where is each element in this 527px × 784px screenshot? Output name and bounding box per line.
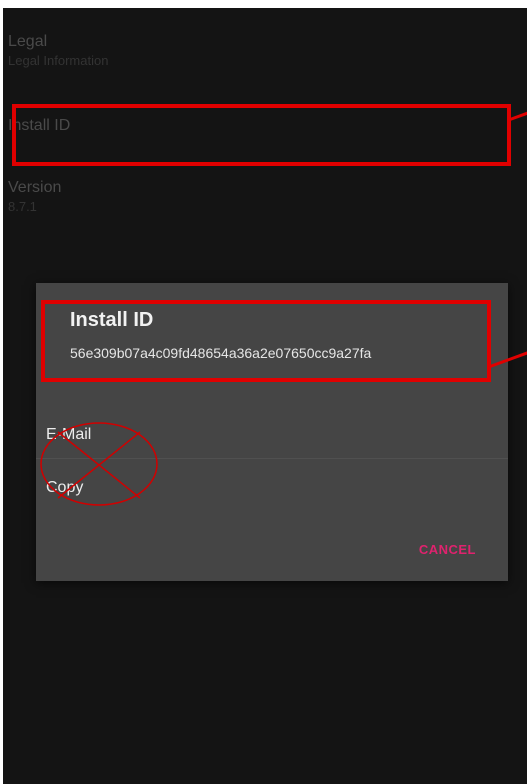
settings-item-legal[interactable]: Legal Legal Information [8,32,108,70]
legal-title: Legal [8,33,48,50]
copy-option[interactable]: Copy [46,479,83,497]
version-title: Version [8,179,62,196]
version-value: 8.7.1 [8,199,37,214]
cancel-button[interactable]: CANCEL [419,542,476,557]
install-id-value-highlight-box [41,300,491,382]
install-id-highlight-box [12,104,511,166]
email-option[interactable]: E-Mail [46,426,91,444]
option-divider [36,458,508,459]
legal-summary: Legal Information [8,53,109,68]
settings-item-version[interactable]: Version 8.7.1 [8,178,61,216]
